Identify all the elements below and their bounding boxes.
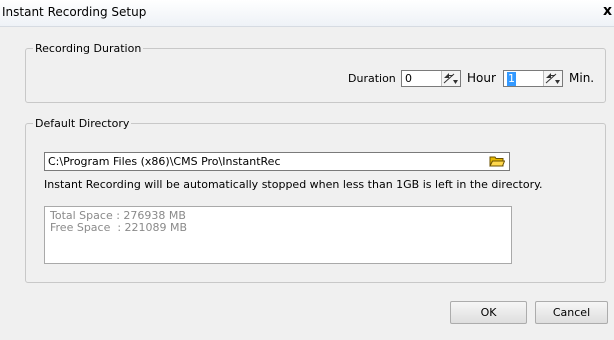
close-icon[interactable]: x (603, 3, 612, 19)
dialog-body: Recording Duration Duration 0 Hour 1 Min… (0, 27, 614, 340)
directory-path-text: C:\Program Files (x86)\CMS Pro\InstantRe… (48, 155, 281, 168)
cancel-button[interactable]: Cancel (535, 301, 608, 324)
low-space-note: Instant Recording will be automatically … (44, 178, 543, 191)
minute-label: Min. (569, 71, 595, 85)
folder-open-icon[interactable] (489, 155, 506, 171)
window-title: Instant Recording Setup (2, 5, 147, 19)
disk-space-info-box: Total Space : 276938 MB Free Space : 221… (44, 206, 512, 264)
directory-path-field[interactable]: C:\Program Files (x86)\CMS Pro\InstantRe… (44, 152, 510, 171)
hour-spin-updown-icon[interactable] (441, 71, 460, 86)
title-bar: Instant Recording Setup x (0, 0, 614, 27)
minute-spinbox[interactable]: 1 (503, 70, 563, 87)
recording-duration-legend: Recording Duration (33, 42, 144, 55)
hour-spinbox[interactable]: 0 (401, 70, 461, 87)
hour-label: Hour (467, 71, 496, 85)
hour-value: 0 (405, 72, 412, 85)
duration-label: Duration (348, 72, 396, 85)
ok-button[interactable]: OK (450, 301, 527, 324)
default-directory-legend: Default Directory (33, 117, 132, 130)
free-space-text: Free Space : 221089 MB (50, 221, 188, 234)
minute-value: 1 (507, 72, 516, 86)
minute-spin-updown-icon[interactable] (543, 71, 562, 86)
